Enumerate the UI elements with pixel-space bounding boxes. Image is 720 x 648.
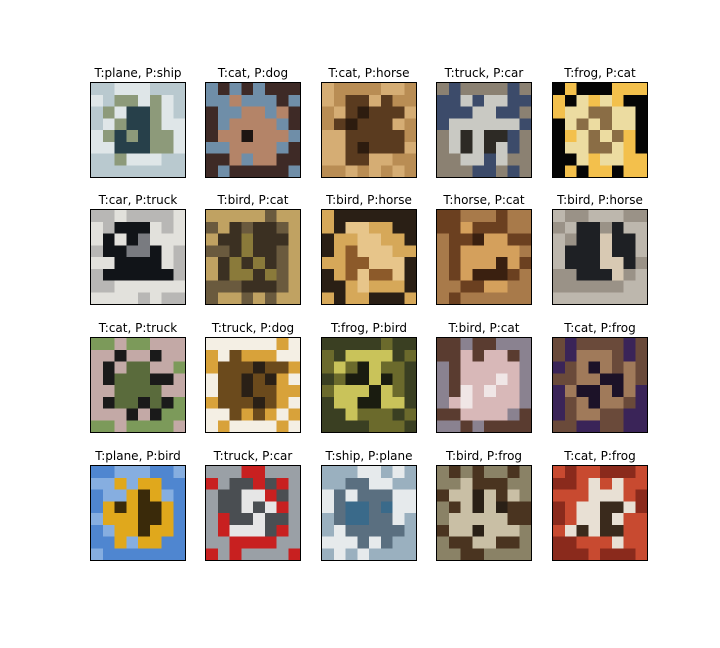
thumbnail-pixels: [437, 466, 531, 560]
thumbnail-pixels: [553, 210, 647, 304]
figure: T:plane, P:ship T:cat, P:dog T:cat, P:hors…: [0, 0, 720, 648]
thumbnail-pixels: [206, 210, 300, 304]
thumbnail-pixels: [206, 338, 300, 432]
thumbnail-image: [436, 82, 532, 178]
thumbnail-image: [436, 337, 532, 433]
thumbnail-image: [205, 82, 301, 178]
thumbnail-image: [436, 465, 532, 561]
thumbnail-image: [90, 82, 186, 178]
thumbnail-pixels: [553, 338, 647, 432]
thumbnail-image: [552, 337, 648, 433]
thumbnail-image: [205, 337, 301, 433]
thumbnail-pixels: [437, 83, 531, 177]
thumbnail-pixels: [322, 466, 416, 560]
thumbnail-image: [205, 465, 301, 561]
thumbnail-image: [321, 337, 417, 433]
thumbnail-pixels: [91, 83, 185, 177]
thumbnail-image: [205, 209, 301, 305]
thumbnail-pixels: [553, 83, 647, 177]
thumbnail-image: [321, 465, 417, 561]
thumbnail-title: T:cat, P:frog: [564, 449, 636, 463]
thumbnail-title: T:frog, P:cat: [564, 66, 636, 80]
thumbnail-pixels: [322, 338, 416, 432]
thumbnail-pixels: [437, 210, 531, 304]
thumbnail-pixels: [322, 83, 416, 177]
thumbnail-pixels: [206, 83, 300, 177]
thumbnail-pixels: [91, 210, 185, 304]
thumbnail-pixels: [322, 210, 416, 304]
thumbnail-pixels: [91, 338, 185, 432]
thumbnail-title: T:cat, P:frog: [564, 321, 636, 335]
thumbnail-pixels: [206, 466, 300, 560]
thumbnail-image: [552, 465, 648, 561]
thumbnail-image: [90, 465, 186, 561]
thumbnail-image: [90, 209, 186, 305]
thumbnail-image: [321, 209, 417, 305]
thumbnail-image: [90, 337, 186, 433]
thumbnail-pixels: [91, 466, 185, 560]
thumbnail-title: T:bird, P:horse: [557, 193, 643, 207]
thumbnail-image: [552, 82, 648, 178]
thumbnail-image: [436, 209, 532, 305]
thumbnail-image: [552, 209, 648, 305]
thumbnail-pixels: [553, 466, 647, 560]
thumbnail-image: [321, 82, 417, 178]
thumbnail-pixels: [437, 338, 531, 432]
